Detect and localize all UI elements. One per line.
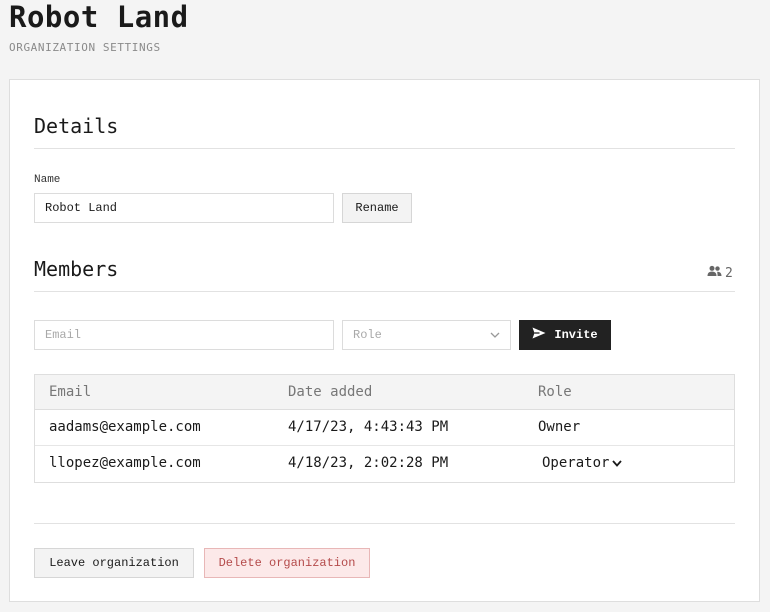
name-input[interactable]	[34, 193, 334, 223]
members-section-title: Members	[34, 257, 119, 281]
member-role-select[interactable]: Operator	[538, 455, 623, 472]
details-divider	[34, 148, 735, 149]
table-row: aadams@example.com 4/17/23, 4:43:43 PM O…	[35, 409, 734, 446]
members-count-value: 2	[725, 265, 733, 281]
role-select-placeholder: Role	[353, 328, 382, 342]
invite-email-input[interactable]	[34, 320, 334, 350]
page-title: Robot Land	[9, 0, 189, 34]
member-role-cell: Operator	[524, 445, 734, 481]
send-icon	[532, 327, 546, 343]
invite-button-label: Invite	[554, 328, 598, 342]
details-section-title: Details	[34, 114, 119, 138]
leave-organization-button[interactable]: Leave organization	[34, 548, 194, 578]
invite-role-select[interactable]: Role	[342, 320, 511, 350]
table-header-row: Email Date added Role	[35, 375, 734, 410]
settings-card: Details Name Rename Members 2 Role Invit…	[9, 79, 760, 602]
member-date-added: 4/18/23, 2:02:28 PM	[288, 455, 449, 472]
column-header-email: Email	[35, 375, 274, 410]
rename-button[interactable]: Rename	[342, 193, 412, 223]
members-divider	[34, 291, 735, 292]
page-subtitle: ORGANIZATION SETTINGS	[9, 41, 161, 54]
member-role-value: Operator	[542, 455, 610, 472]
people-icon	[707, 265, 722, 281]
chevron-down-icon	[612, 455, 623, 471]
member-date-added: 4/17/23, 4:43:43 PM	[274, 409, 524, 446]
name-field-label: Name	[34, 174, 61, 186]
table-row: llopez@example.com 4/18/23, 2:02:28 PM O…	[35, 445, 734, 481]
invite-button[interactable]: Invite	[519, 320, 611, 350]
members-table: Email Date added Role aadams@example.com…	[34, 374, 735, 483]
column-header-role: Role	[524, 375, 734, 410]
column-header-date-added: Date added	[274, 375, 524, 410]
delete-organization-button[interactable]: Delete organization	[204, 548, 370, 578]
members-count: 2	[707, 265, 733, 281]
member-role: Owner	[524, 409, 734, 446]
member-email: llopez@example.com	[49, 455, 201, 472]
footer-divider	[34, 523, 735, 524]
chevron-down-icon	[490, 328, 500, 342]
member-email: aadams@example.com	[35, 409, 274, 446]
